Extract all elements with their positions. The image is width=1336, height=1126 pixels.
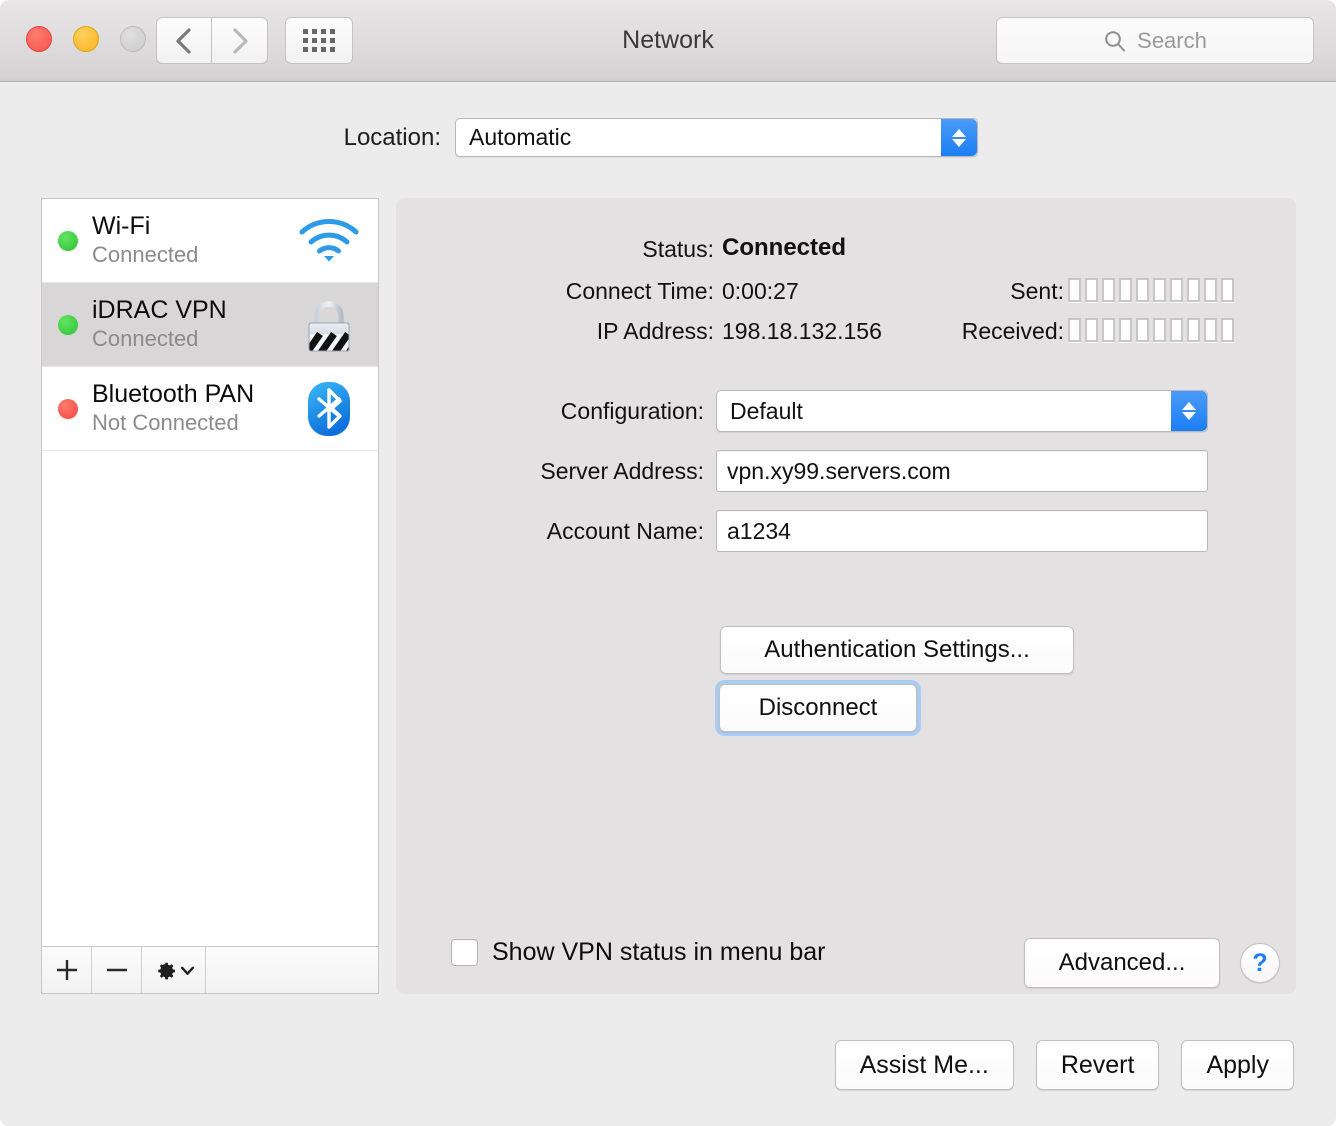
sent-traffic-indicator (1068, 278, 1234, 302)
service-status: Connected (92, 325, 199, 351)
authentication-settings-button[interactable]: Authentication Settings... (720, 626, 1074, 674)
wifi-icon (294, 211, 364, 271)
apply-button[interactable]: Apply (1181, 1040, 1294, 1090)
traffic-segment (1136, 278, 1149, 302)
traffic-segment (1153, 278, 1166, 302)
traffic-segment (1102, 278, 1115, 302)
service-name: Wi-Fi (92, 212, 151, 240)
location-row: Location: Automatic (0, 118, 1336, 157)
list-item[interactable]: Bluetooth PAN Not Connected (42, 367, 378, 451)
received-traffic-indicator (1068, 318, 1234, 342)
status-indicator-dot (58, 398, 78, 419)
configuration-label: Configuration: (560, 397, 704, 424)
lock-vpn-icon (294, 295, 364, 355)
connect-time-label: Connect Time: (565, 278, 714, 304)
remove-service-button[interactable] (92, 947, 142, 993)
traffic-segment (1153, 318, 1166, 342)
traffic-segment (1187, 278, 1200, 302)
traffic-segment (1170, 318, 1183, 342)
window-action-buttons: Assist Me... Revert Apply (834, 1040, 1294, 1090)
location-stepper-arrows[interactable] (941, 119, 977, 156)
received-label: Received: (961, 318, 1064, 344)
network-services-list: Wi-Fi Connected iDRAC VPN Connected Blue… (42, 199, 378, 947)
chevron-down-icon (180, 966, 195, 975)
show-vpn-status-label: Show VPN status in menu bar (492, 938, 826, 966)
advanced-button[interactable]: Advanced... (1024, 938, 1220, 988)
bluetooth-icon (294, 379, 364, 439)
configuration-selected-value: Default (730, 397, 803, 424)
service-status: Not Connected (92, 409, 239, 435)
disconnect-button[interactable]: Disconnect (719, 684, 917, 732)
traffic-segment (1204, 318, 1217, 342)
configuration-row: Configuration: Default (488, 390, 1208, 432)
configuration-popup-button[interactable]: Default (716, 390, 1208, 432)
traffic-segment (1136, 318, 1149, 342)
help-button[interactable]: ? (1240, 943, 1280, 983)
plus-icon (56, 960, 77, 980)
traffic-segment (1187, 318, 1200, 342)
service-status: Connected (92, 241, 199, 267)
search-placeholder: Search (1137, 27, 1207, 53)
sent-label: Sent: (1010, 278, 1064, 304)
traffic-segment (1085, 278, 1098, 302)
traffic-segment (1085, 318, 1098, 342)
connect-time-value: 0:00:27 (722, 278, 799, 304)
gear-icon (158, 962, 175, 980)
revert-button[interactable]: Revert (1035, 1040, 1160, 1090)
search-icon (1105, 30, 1126, 51)
show-vpn-status-checkbox[interactable] (451, 939, 478, 966)
configuration-stepper-arrows[interactable] (1171, 391, 1207, 431)
ip-address-label: IP Address: (596, 318, 714, 344)
minus-icon (106, 968, 127, 972)
sidebar-toolbar (42, 946, 378, 993)
status-value: Connected (722, 234, 847, 261)
traffic-segment (1221, 318, 1234, 342)
service-name: iDRAC VPN (92, 296, 227, 324)
status-indicator-dot (58, 230, 78, 251)
account-name-input[interactable]: a1234 (716, 510, 1208, 552)
traffic-segment (1221, 278, 1234, 302)
account-name-row: Account Name: a1234 (488, 510, 1208, 552)
status-label: Status: (642, 236, 714, 262)
service-name: Bluetooth PAN (92, 380, 255, 408)
network-services-sidebar: Wi-Fi Connected iDRAC VPN Connected Blue… (41, 198, 379, 994)
ip-address-value: 198.18.132.156 (722, 318, 882, 344)
traffic-segment (1102, 318, 1115, 342)
traffic-segment (1119, 318, 1132, 342)
vpn-details-panel: Status: Connected Connect Time: 0:00:27 … (396, 198, 1296, 994)
status-indicator-dot (58, 314, 78, 335)
server-address-input[interactable]: vpn.xy99.servers.com (716, 450, 1208, 492)
list-item[interactable]: iDRAC VPN Connected (42, 283, 378, 367)
network-preferences-window: Network Search Location: Automatic Wi-Fi (0, 0, 1336, 1126)
account-name-label: Account Name: (546, 517, 704, 544)
add-service-button[interactable] (42, 947, 92, 993)
traffic-segment (1170, 278, 1183, 302)
location-popup-button[interactable]: Automatic (455, 118, 978, 157)
traffic-segment (1068, 278, 1081, 302)
sidebar-toolbar-filler (206, 947, 378, 993)
assist-me-button[interactable]: Assist Me... (834, 1040, 1014, 1090)
service-actions-button[interactable] (142, 947, 206, 993)
show-vpn-status-row[interactable]: Show VPN status in menu bar (451, 938, 826, 967)
search-input[interactable]: Search (996, 17, 1314, 64)
location-label: Location: (343, 123, 441, 151)
traffic-segment (1068, 318, 1081, 342)
list-item[interactable]: Wi-Fi Connected (42, 199, 378, 283)
traffic-segment (1119, 278, 1132, 302)
window-titlebar: Network Search (0, 0, 1336, 82)
server-address-label: Server Address: (540, 457, 704, 484)
server-address-row: Server Address: vpn.xy99.servers.com (488, 450, 1208, 492)
traffic-segment (1204, 278, 1217, 302)
location-selected-value: Automatic (469, 124, 572, 150)
